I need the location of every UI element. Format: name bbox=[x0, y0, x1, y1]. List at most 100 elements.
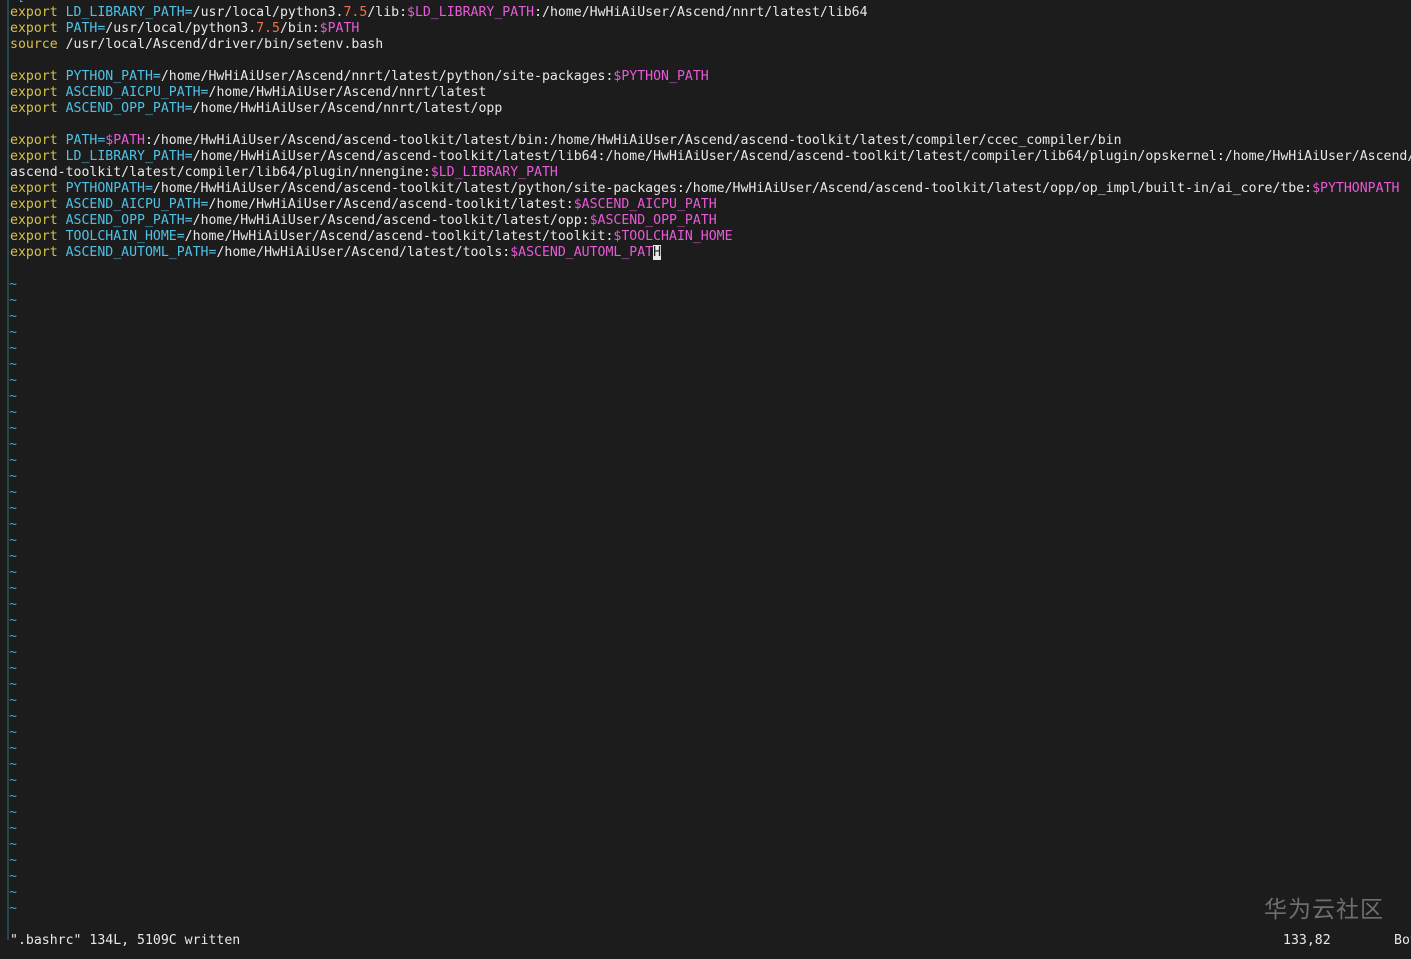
empty-line-marker: ~ bbox=[9, 453, 17, 468]
code-token: LD_LIBRARY_PATH= bbox=[65, 149, 193, 164]
code-token: /home/HwHiAiUser/Ascend/ascend-toolkit/l… bbox=[208, 197, 574, 212]
code-token: /home/HwHiAiUser/Ascend/ascend-toolkit/l… bbox=[192, 149, 1411, 164]
code-token: $PATH bbox=[105, 133, 145, 148]
code-token: export bbox=[10, 5, 66, 20]
code-token: /home/HwHiAiUser/Ascend/nnrt/latest bbox=[208, 85, 487, 100]
code-token: /home/HwHiAiUser/Ascend/latest/tools: bbox=[216, 245, 511, 260]
code-token: source bbox=[10, 37, 66, 52]
buffer-line[interactable]: export TOOLCHAIN_HOME=/home/HwHiAiUser/A… bbox=[10, 229, 1411, 245]
empty-line-marker: ~ bbox=[9, 277, 17, 292]
buffer-line[interactable]: export LD_LIBRARY_PATH=/usr/local/python… bbox=[10, 5, 1411, 21]
text-cursor: H bbox=[653, 245, 662, 260]
code-token: export bbox=[10, 85, 66, 100]
empty-line-marker: ~ bbox=[9, 517, 17, 532]
cursor-position: 133,82 bbox=[1283, 933, 1331, 948]
code-token: export bbox=[10, 229, 66, 244]
code-token: export bbox=[10, 133, 66, 148]
empty-line-marker: ~ bbox=[9, 341, 17, 356]
buffer-line[interactable]: export ASCEND_AUTOML_PATH=/home/HwHiAiUs… bbox=[10, 245, 1411, 261]
code-token: $PYTHONPATH bbox=[1312, 181, 1400, 196]
empty-line-marker: ~ bbox=[9, 885, 17, 900]
terminal-window[interactable]: ^[export LD_LIBRARY_PATH=/usr/local/pyth… bbox=[0, 0, 1411, 959]
code-token: /home/HwHiAiUser/Ascend/ascend-toolkit/l… bbox=[152, 181, 1313, 196]
buffer-line[interactable]: export PATH=/usr/local/python3.7.5/bin:$… bbox=[10, 21, 1411, 37]
code-token: $ASCEND_AICPU_PATH bbox=[573, 197, 717, 212]
code-token: LD_LIBRARY_PATH= bbox=[65, 5, 193, 20]
empty-line-marker: ~ bbox=[9, 709, 17, 724]
empty-line-marker: ~ bbox=[9, 869, 17, 884]
buffer-line[interactable] bbox=[10, 117, 1411, 133]
empty-line-marker: ~ bbox=[9, 325, 17, 340]
code-token: /usr/local/Ascend/driver/bin/setenv.bash bbox=[65, 37, 384, 52]
code-token: export bbox=[10, 101, 66, 116]
empty-line-marker: ~ bbox=[9, 293, 17, 308]
buffer-line[interactable]: export PYTHONPATH=/home/HwHiAiUser/Ascen… bbox=[10, 181, 1411, 197]
code-token: $TOOLCHAIN_HOME bbox=[613, 229, 733, 244]
vim-command-line: ".bashrc" 134L, 5109C written 133,82 Bot bbox=[0, 931, 1411, 951]
empty-line-marker: ~ bbox=[9, 501, 17, 516]
scroll-indicator: Bot bbox=[1394, 933, 1411, 948]
empty-line-marker: ~ bbox=[9, 629, 17, 644]
empty-line-marker: ~ bbox=[9, 821, 17, 836]
code-token: :/home/HwHiAiUser/Ascend/nnrt/latest/lib… bbox=[534, 5, 868, 20]
buffer-line[interactable]: source /usr/local/Ascend/driver/bin/sete… bbox=[10, 37, 1411, 53]
empty-line-marker: ~ bbox=[9, 549, 17, 564]
code-token: $PATH bbox=[319, 21, 360, 36]
empty-line-marker: ~ bbox=[9, 405, 17, 420]
empty-line-marker: ~ bbox=[9, 613, 17, 628]
empty-line-marker: ~ bbox=[9, 773, 17, 788]
buffer-line[interactable]: export PATH=$PATH:/home/HwHiAiUser/Ascen… bbox=[10, 133, 1411, 149]
code-token: $LD_LIBRARY_PATH bbox=[430, 165, 558, 180]
code-token: $ASCEND_OPP_PATH bbox=[589, 213, 717, 228]
code-token: ascend-toolkit/latest/compiler/lib64/plu… bbox=[10, 165, 431, 180]
buffer-line[interactable]: ascend-toolkit/latest/compiler/lib64/plu… bbox=[10, 165, 1411, 181]
code-token: 7.5 bbox=[343, 5, 368, 20]
empty-line-marker: ~ bbox=[9, 533, 17, 548]
code-token: /usr/local/python3. bbox=[105, 21, 257, 36]
buffer-line[interactable]: export LD_LIBRARY_PATH=/home/HwHiAiUser/… bbox=[10, 149, 1411, 165]
empty-line-marker: ~ bbox=[9, 421, 17, 436]
empty-line-marker: ~ bbox=[9, 373, 17, 388]
code-token: /home/HwHiAiUser/Ascend/nnrt/latest/opp bbox=[192, 101, 503, 116]
code-token: PYTHONPATH= bbox=[65, 181, 153, 196]
code-token: $PYTHON_PATH bbox=[613, 69, 709, 84]
write-message: ".bashrc" 134L, 5109C written bbox=[10, 933, 241, 948]
empty-line-marker: ~ bbox=[9, 597, 17, 612]
vim-buffer[interactable]: ^[export LD_LIBRARY_PATH=/usr/local/pyth… bbox=[9, 0, 1411, 917]
empty-line-marker: ~ bbox=[9, 485, 17, 500]
empty-line-marker: ~ bbox=[9, 469, 17, 484]
code-token: $LD_LIBRARY_PATH bbox=[407, 5, 535, 20]
code-token: ASCEND_AUTOML_PATH= bbox=[65, 245, 217, 260]
buffer-line[interactable]: export ASCEND_OPP_PATH=/home/HwHiAiUser/… bbox=[10, 101, 1411, 117]
code-token: /home/HwHiAiUser/Ascend/nnrt/latest/pyth… bbox=[160, 69, 614, 84]
code-token: /home/HwHiAiUser/Ascend/ascend-toolkit/l… bbox=[192, 213, 590, 228]
code-token: PYTHON_PATH= bbox=[65, 69, 161, 84]
code-token: ASCEND_OPP_PATH= bbox=[65, 101, 193, 116]
buffer-line[interactable]: export ASCEND_OPP_PATH=/home/HwHiAiUser/… bbox=[10, 213, 1411, 229]
buffer-line[interactable] bbox=[10, 261, 1411, 277]
empty-line-marker: ~ bbox=[9, 837, 17, 852]
code-token: export bbox=[10, 181, 66, 196]
watermark-logo: 华为云社区 bbox=[1264, 897, 1384, 923]
buffer-line[interactable]: export PYTHON_PATH=/home/HwHiAiUser/Asce… bbox=[10, 69, 1411, 85]
code-token: ASCEND_AICPU_PATH= bbox=[65, 85, 209, 100]
empty-line-marker: ~ bbox=[9, 725, 17, 740]
empty-line-marker: ~ bbox=[9, 389, 17, 404]
empty-line-marker: ~ bbox=[9, 565, 17, 580]
buffer-line[interactable] bbox=[10, 53, 1411, 69]
empty-line-marker: ~ bbox=[9, 309, 17, 324]
code-token: export bbox=[10, 197, 66, 212]
code-token: /bin: bbox=[279, 21, 320, 36]
empty-line-marker: ~ bbox=[9, 741, 17, 756]
empty-line-marker: ~ bbox=[9, 661, 17, 676]
code-token: TOOLCHAIN_HOME= bbox=[65, 229, 185, 244]
buffer-line[interactable]: export ASCEND_AICPU_PATH=/home/HwHiAiUse… bbox=[10, 197, 1411, 213]
empty-line-marker: ~ bbox=[9, 789, 17, 804]
empty-line-marker: ~ bbox=[9, 581, 17, 596]
code-token: ASCEND_OPP_PATH= bbox=[65, 213, 193, 228]
buffer-line[interactable]: export ASCEND_AICPU_PATH=/home/HwHiAiUse… bbox=[10, 85, 1411, 101]
code-token: /usr/local/python3. bbox=[192, 5, 344, 20]
empty-line-marker: ~ bbox=[9, 757, 17, 772]
code-token: export bbox=[10, 245, 66, 260]
code-token: ^[ bbox=[10, 0, 25, 4]
